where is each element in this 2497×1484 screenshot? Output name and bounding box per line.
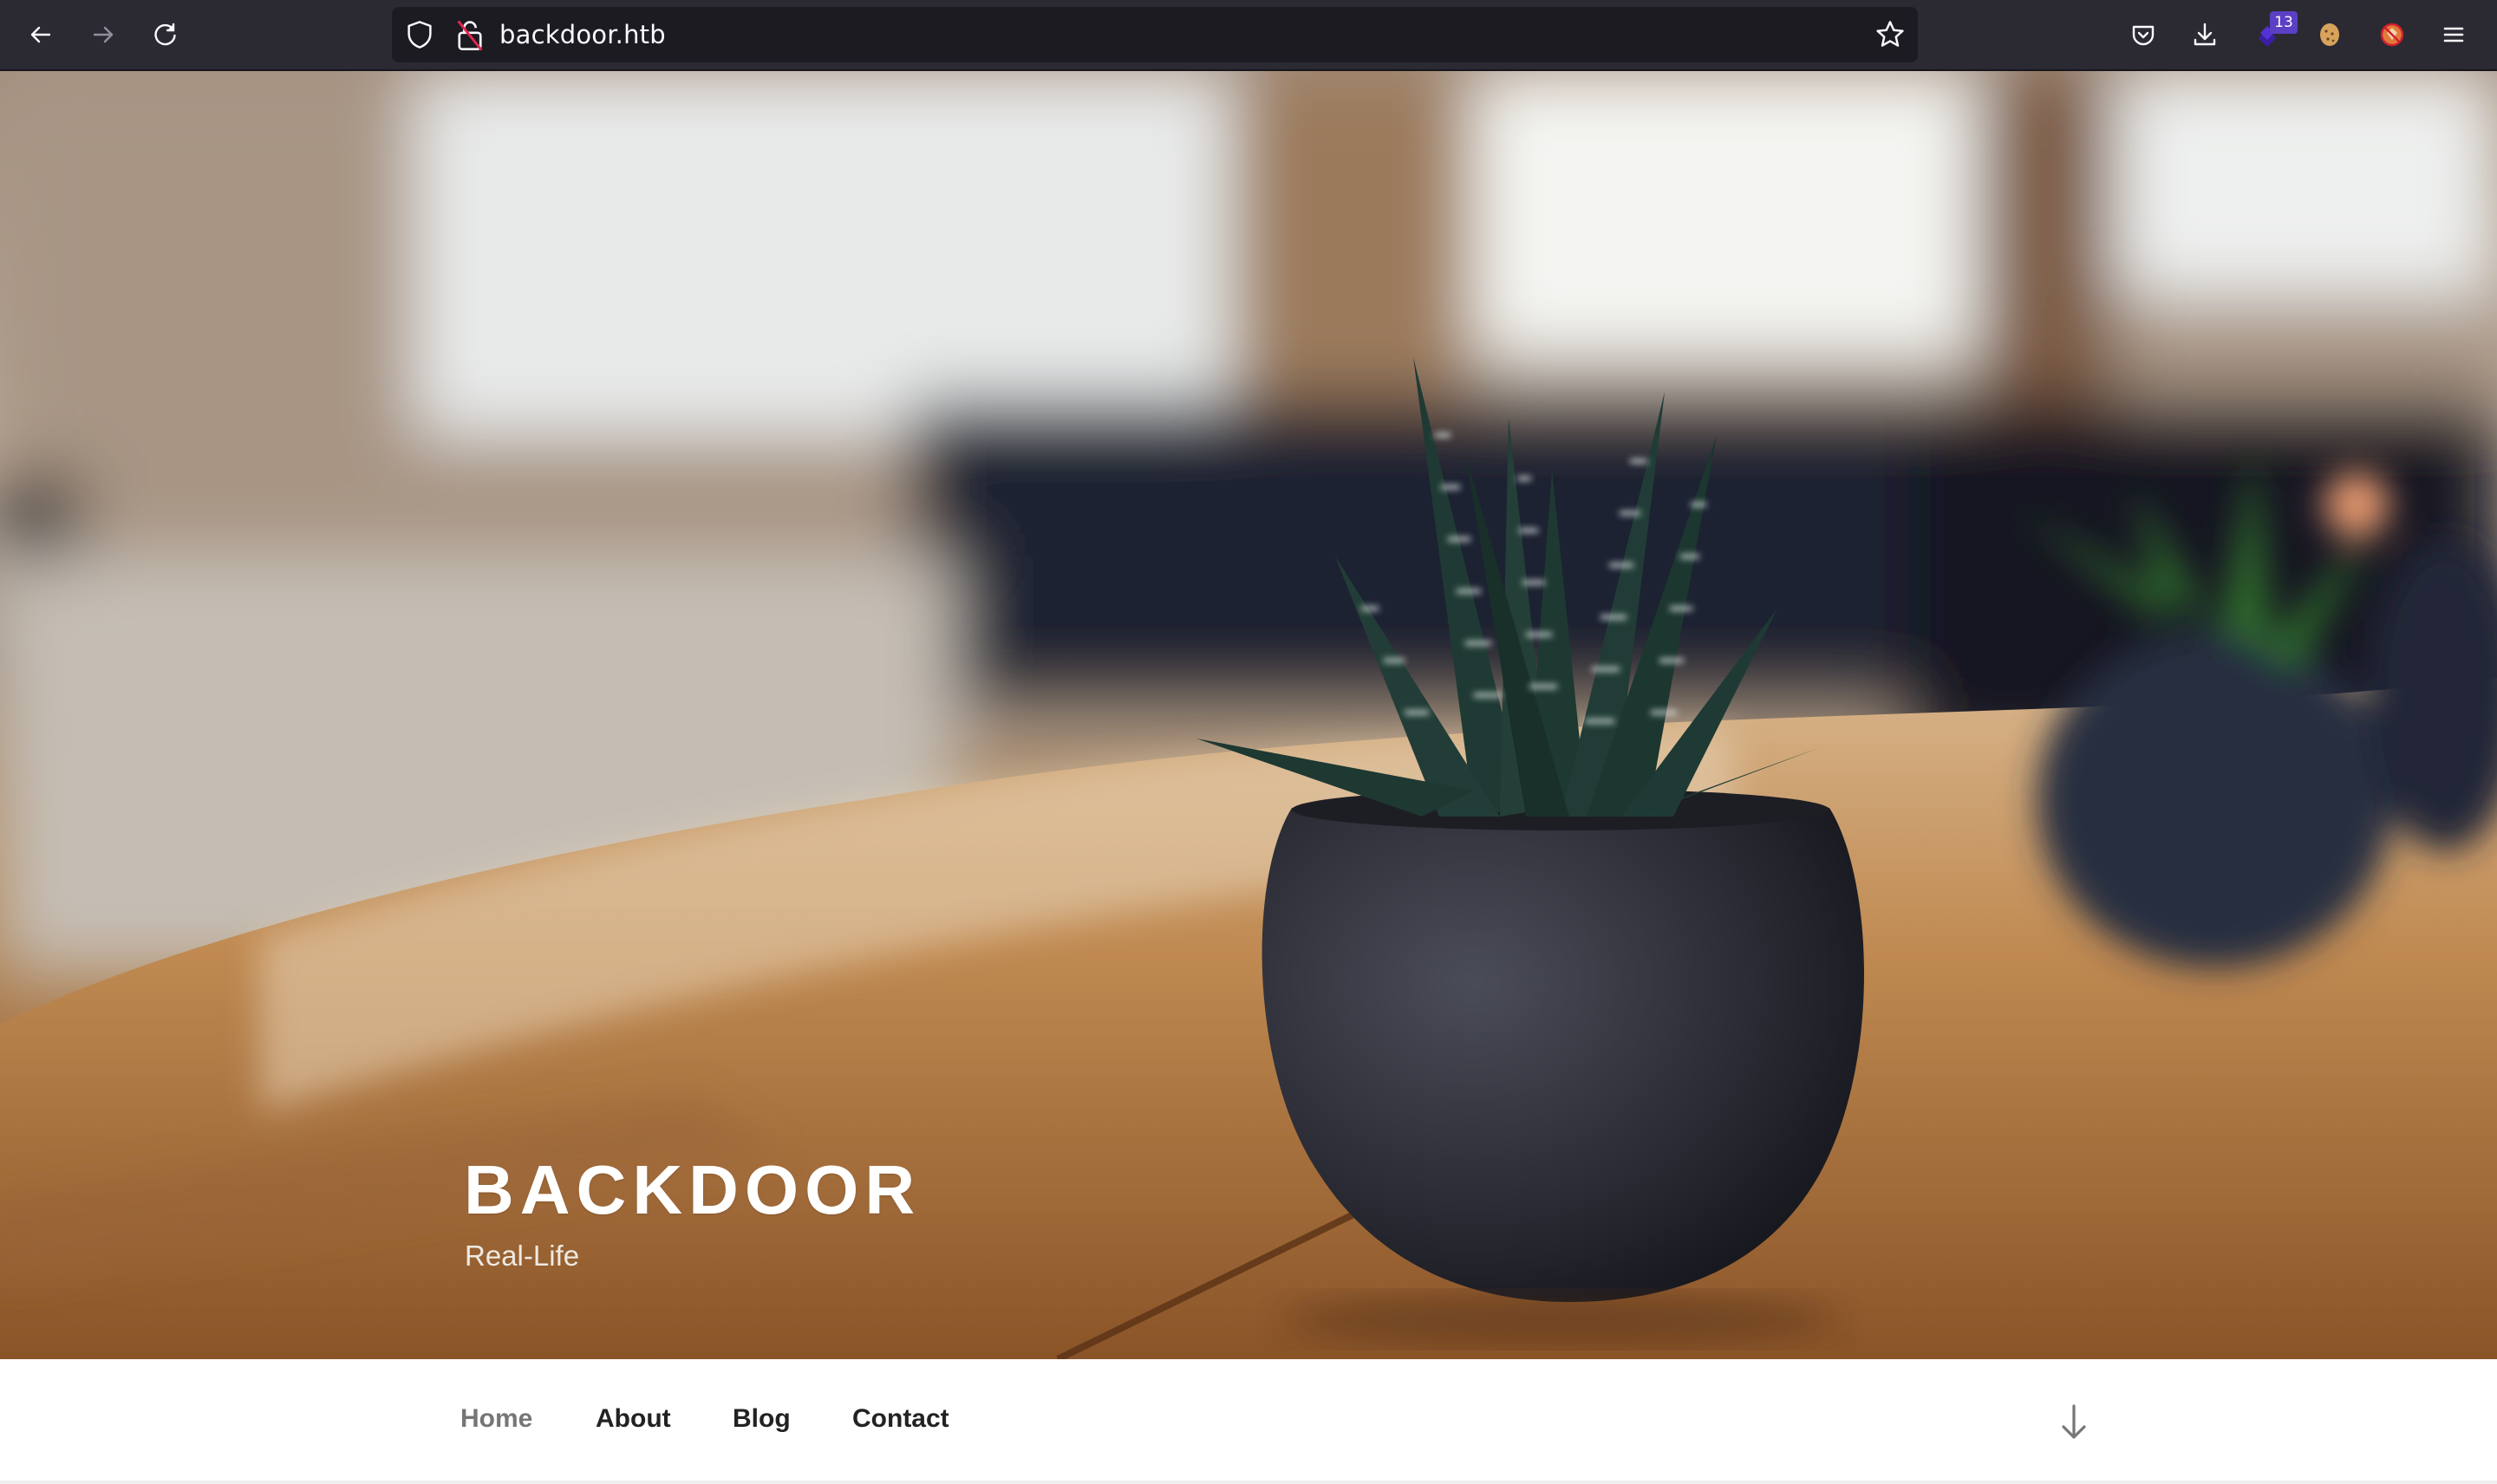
blocked-extension-button[interactable] (2373, 16, 2411, 54)
nav-item-blog[interactable]: Blog (733, 1404, 791, 1434)
reload-icon (154, 23, 176, 46)
pocket-icon (2132, 25, 2155, 46)
url-text[interactable]: backdoor.htb (499, 7, 666, 62)
downloads-button[interactable] (2186, 16, 2224, 54)
scroll-down-button[interactable] (2055, 1401, 2093, 1442)
back-button[interactable] (22, 16, 60, 54)
blocked-extension-icon (2380, 23, 2404, 47)
cookie-icon (2320, 23, 2339, 46)
extension-badge: 13 (2270, 11, 2298, 34)
url-bar[interactable]: backdoor.htb (392, 7, 1918, 62)
forward-arrow-icon (93, 26, 114, 43)
reload-button[interactable] (147, 16, 185, 54)
menu-button[interactable] (2435, 16, 2473, 54)
site-tagline: Real-Life (465, 1240, 580, 1272)
hamburger-menu-icon (2443, 27, 2464, 42)
cookie-extension-button[interactable] (2311, 16, 2349, 54)
download-icon (2194, 23, 2216, 46)
forward-button[interactable] (84, 16, 122, 54)
back-arrow-icon (30, 26, 51, 43)
hero-image (0, 71, 2497, 1359)
star-icon[interactable] (1874, 19, 1906, 50)
browser-toolbar: backdoor.htb 13 (0, 0, 2497, 71)
nav-item-home[interactable]: Home (460, 1404, 532, 1434)
main-navigation: Home About Blog Contact (0, 1359, 2497, 1484)
hero-header: BACKDOOR Real-Life (0, 71, 2497, 1359)
insecure-lock-icon[interactable] (454, 17, 486, 52)
shield-icon[interactable] (404, 19, 435, 50)
nav-item-contact[interactable]: Contact (852, 1404, 949, 1434)
pocket-button[interactable] (2124, 16, 2162, 54)
nav-item-about[interactable]: About (596, 1404, 671, 1434)
site-title[interactable]: BACKDOOR (464, 1150, 921, 1230)
arrow-down-icon (2062, 1404, 2086, 1439)
